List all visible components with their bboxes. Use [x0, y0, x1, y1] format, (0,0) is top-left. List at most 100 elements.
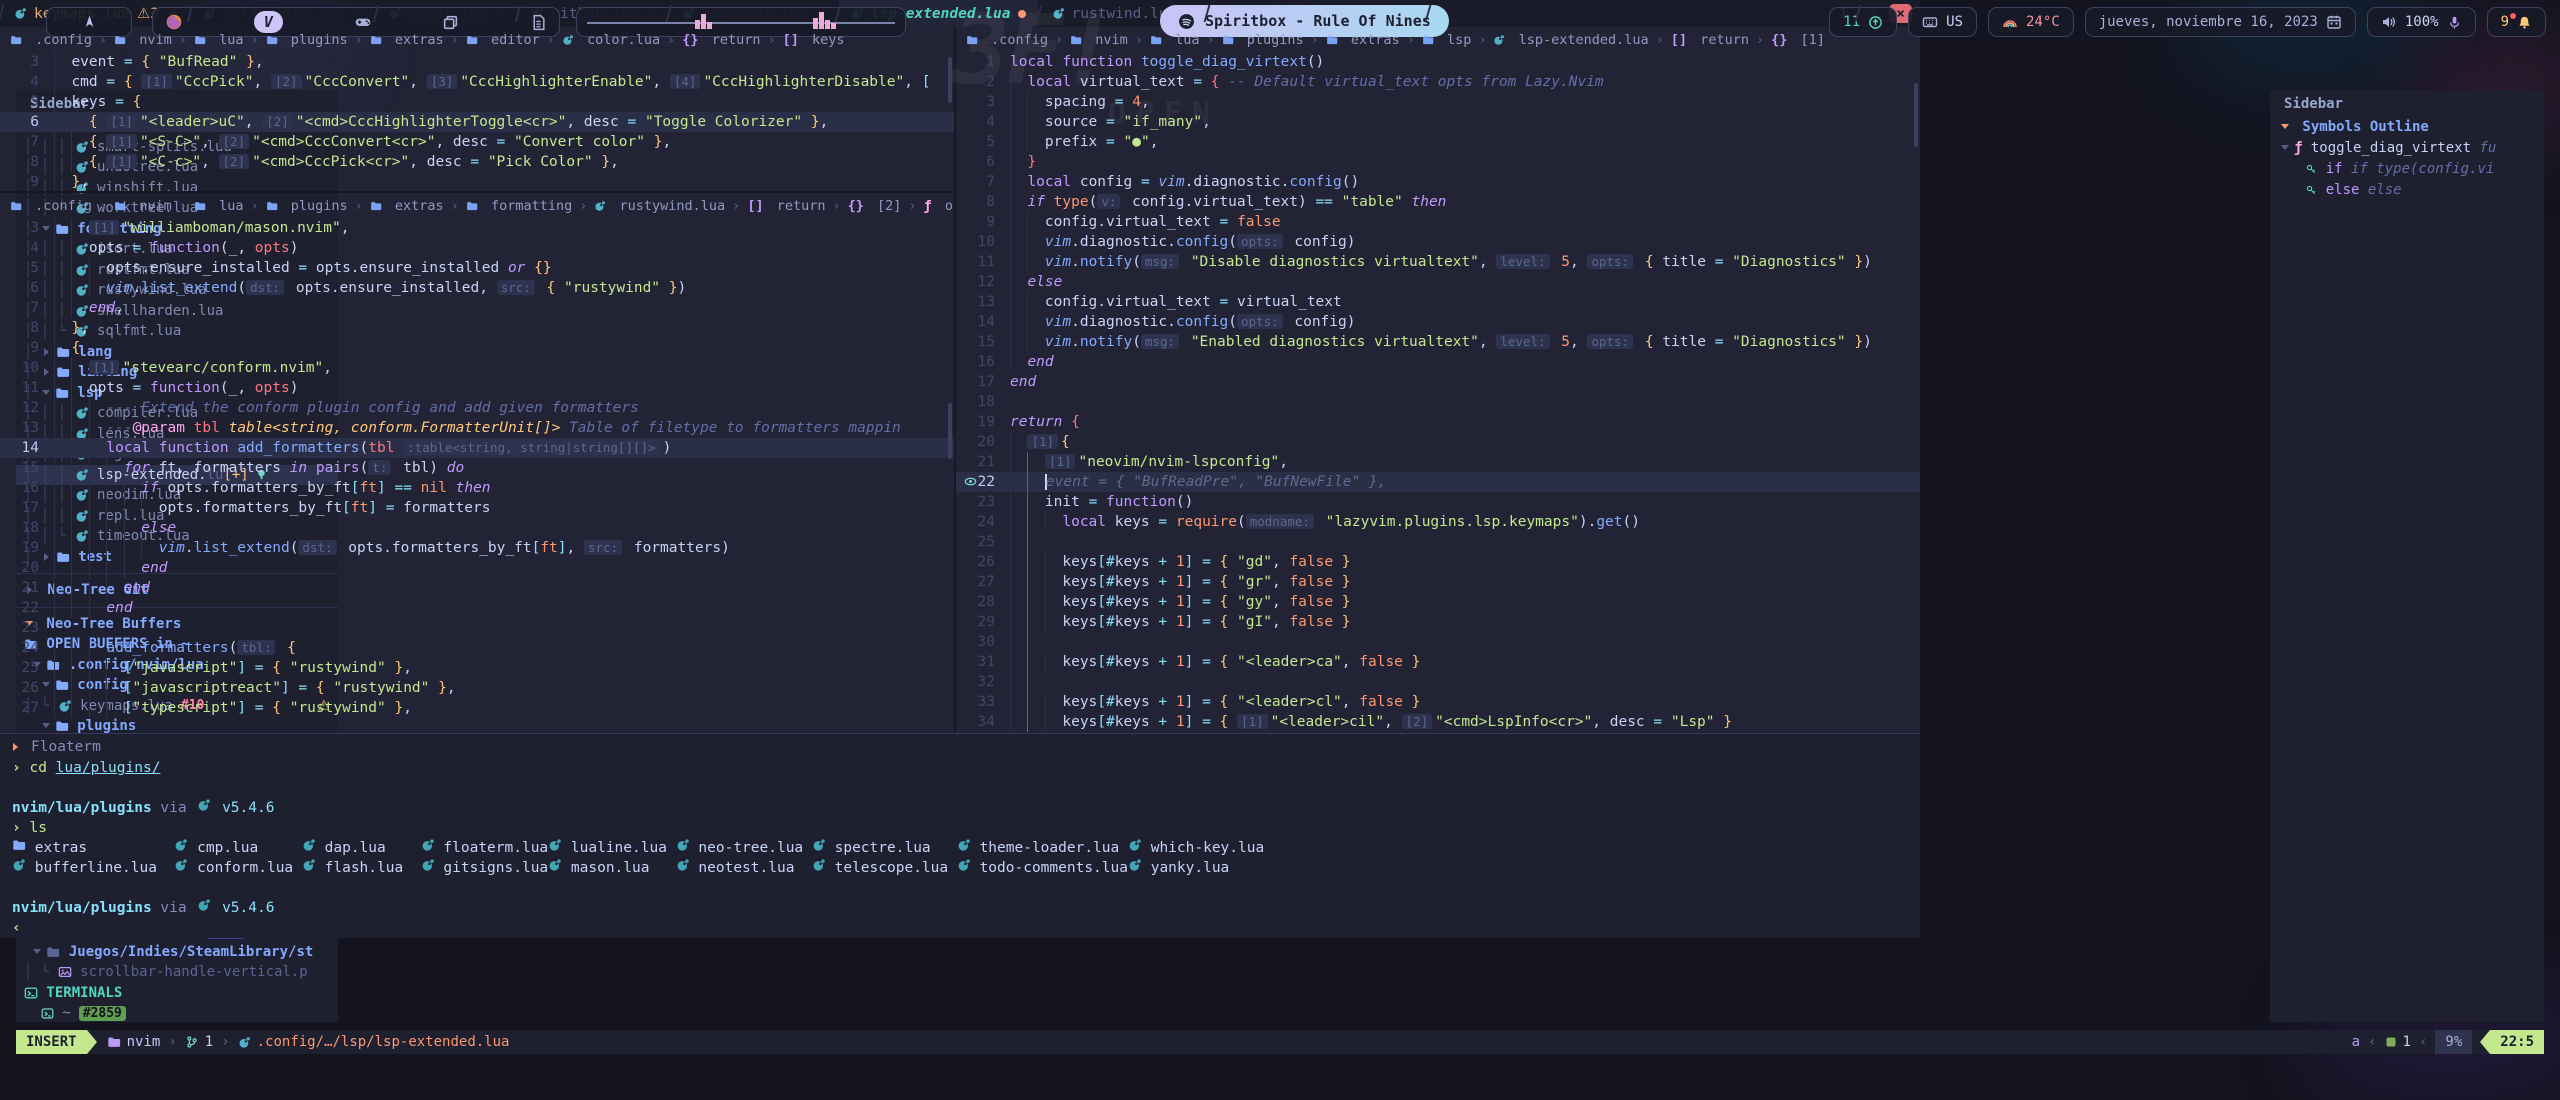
folder-icon [10, 200, 22, 212]
line-number: 15 [956, 332, 1010, 352]
notifications-indicator[interactable]: 9 [2487, 7, 2546, 37]
mic-icon [2447, 15, 2462, 30]
breadcrumb-separator: › [97, 198, 109, 214]
folder-icon [1222, 34, 1234, 46]
breadcrumb-separator: › [449, 198, 461, 214]
line-number: 5 [0, 258, 54, 278]
item-label: Juegos/Indies/SteamLibrary/st [60, 944, 313, 960]
code-line-6: 6 { [1]"<leader>uC", [2]"<cmd>CccHighlig… [0, 112, 954, 132]
line-number: 15 [0, 458, 54, 478]
symbol-icon: {} [1771, 32, 1787, 48]
lua-icon [957, 838, 971, 852]
volume-indicator[interactable]: 100% [2367, 7, 2476, 37]
editor-pane-rustywind[interactable]: .config› nvim› lua› plugins› extras› for… [0, 193, 954, 733]
code-line-14: 14 local function add_formatters(tbl :ta… [0, 438, 954, 458]
lua-icon [302, 838, 316, 852]
code-text: init = function() [1010, 492, 1920, 512]
lua-icon [174, 838, 188, 852]
code-line-7: 7 end, [0, 298, 954, 318]
line-number: 3 [956, 92, 1010, 112]
chevron-down-icon [33, 949, 41, 954]
breadcrumb-separator: › [248, 32, 260, 48]
terminal-item-2859[interactable]: ~#2859 [16, 1003, 338, 1022]
code-text: local function toggle_diag_virtext() [1010, 52, 1920, 72]
code-line-1: 1local function toggle_diag_virtext() [956, 52, 1920, 72]
breadcrumb-separator: › [1654, 32, 1666, 48]
indent [2280, 182, 2305, 198]
code-text: vim.diagnostic.config(opts: config) [1010, 312, 1920, 332]
clock-widget[interactable]: jueves, noviembre 16, 2023 [2085, 7, 2356, 37]
code-line-6: 6 vim.list_extend(dst: opts.ensure_insta… [0, 278, 954, 298]
line-number: 3 [0, 218, 54, 238]
line-number: 5 [956, 132, 1010, 152]
breadcrumb: .config› nvim› lua› plugins› extras› edi… [0, 27, 954, 52]
code-line-33: 33 keys[#keys + 1] = { "<leader>cl", fal… [956, 692, 1920, 712]
line-number: 25 [0, 658, 54, 678]
editor-pane-color-keymaps[interactable]: .config› nvim› lua› plugins› extras› edi… [0, 27, 954, 193]
lua-icon [548, 858, 562, 872]
line-number: 34 [956, 712, 1010, 732]
symbols-outline-header[interactable]: Symbols Outline [2270, 116, 2544, 137]
pos-arrow [2480, 1030, 2490, 1054]
outline-suffix: else [2359, 182, 2401, 198]
scrollbar[interactable] [948, 403, 952, 459]
lua-icon [548, 838, 562, 852]
code-text: keys[#keys + 1] = { "gd", false } [1010, 552, 1920, 572]
lua-icon [676, 838, 690, 852]
line-number: 12 [956, 272, 1010, 292]
line-number: 19 [956, 412, 1010, 432]
outline-item-0[interactable]: ƒ toggle_diag_virtext fu [2270, 137, 2544, 158]
line-number: 2 [956, 72, 1010, 92]
code-text: vim.notify(msg: "Disable diagnostics vir… [1010, 252, 1920, 272]
floaterm-terminal[interactable]: Floaterm › cd lua/plugins/nvim/lua/plugi… [0, 733, 1920, 938]
terminal-line-4: extras cmp.lua dap.lua floaterm.lua lual… [0, 838, 1920, 858]
code-line-17: 17 opts.formatters_by_ft[ft] = formatter… [0, 498, 954, 518]
code-line-16: 16 if opts.formatters_by_ft[ft] == nil t… [0, 478, 954, 498]
code-line-8: 8 { [1]"<C-c>", [2]"<cmd>CccPick<cr>", d… [0, 152, 954, 172]
sidebar-item-scrollbar-handle-vertical-p[interactable]: │ └ scrollbar-handle-vertical.p [16, 962, 338, 983]
symbols-outline-items: ƒ toggle_diag_virtext fu if if type(conf… [2270, 137, 2544, 200]
breadcrumb-item: extras [387, 198, 444, 214]
line-number: 7 [956, 172, 1010, 192]
line-number: 21 [956, 452, 1010, 472]
folder-icon [466, 34, 478, 46]
mode-indicator: INSERT [16, 1030, 87, 1054]
code-line-20: 20 [1]{ [956, 432, 1920, 452]
file-entry: theme-loader.lua [971, 838, 1128, 858]
folder-icon [46, 945, 60, 959]
code-text: local config = vim.diagnostic.config() [1010, 172, 1920, 192]
code-line-23: 23 init = function() [956, 492, 1920, 512]
breadcrumb-separator: › [1405, 32, 1417, 48]
line-number: 32 [956, 672, 1010, 692]
code-line-23: 23 [0, 618, 954, 638]
outline-item-2[interactable]: else else [2270, 179, 2544, 200]
outline-item-1[interactable]: if if type(config.vi [2270, 158, 2544, 179]
code-text: return { [1010, 412, 1920, 432]
branch-count: 1 [205, 1034, 213, 1050]
editor-pane-lsp-extended[interactable]: .config› nvim› lua› plugins› extras› lsp… [956, 27, 1920, 733]
terminal-line-3: › ls [0, 818, 1920, 838]
lua-icon [1493, 34, 1505, 46]
line-number: 6 [0, 112, 54, 132]
code-line-3: 3 [1]"williamboman/mason.nvim", [0, 218, 954, 238]
breadcrumb-separator: › [665, 32, 677, 48]
code-text [54, 618, 954, 638]
terminals-header[interactable]: TERMINALS [16, 983, 338, 1004]
line-number: 4 [0, 72, 54, 92]
breadcrumb-separator: › [1476, 32, 1488, 48]
topbar-indicators: 11US24°Cjueves, noviembre 16, 2023100%9 [1829, 0, 2546, 44]
code-line-32: 32 [956, 672, 1920, 692]
breadcrumb-separator: › [248, 198, 260, 214]
scrollbar[interactable] [1914, 83, 1918, 147]
line-number: 24 [956, 512, 1010, 532]
chevron-down-icon [2281, 145, 2289, 150]
line-number: 21 [0, 578, 54, 598]
weather-indicator[interactable]: 24°C [1988, 7, 2074, 37]
line-number: 16 [956, 352, 1010, 372]
folder-icon [194, 200, 206, 212]
editor-split: .config› nvim› lua› plugins› extras› edi… [0, 27, 1920, 733]
code-line-24: 24 local keys = require(modname: "lazyvi… [956, 512, 1920, 532]
scrollbar[interactable] [948, 57, 952, 103]
code-line-13: 13 ---@param tbl table<string, conform.F… [0, 418, 954, 438]
sidebar-item-juegos-indies-steamlibrary-st[interactable]: Juegos/Indies/SteamLibrary/st [16, 942, 338, 963]
